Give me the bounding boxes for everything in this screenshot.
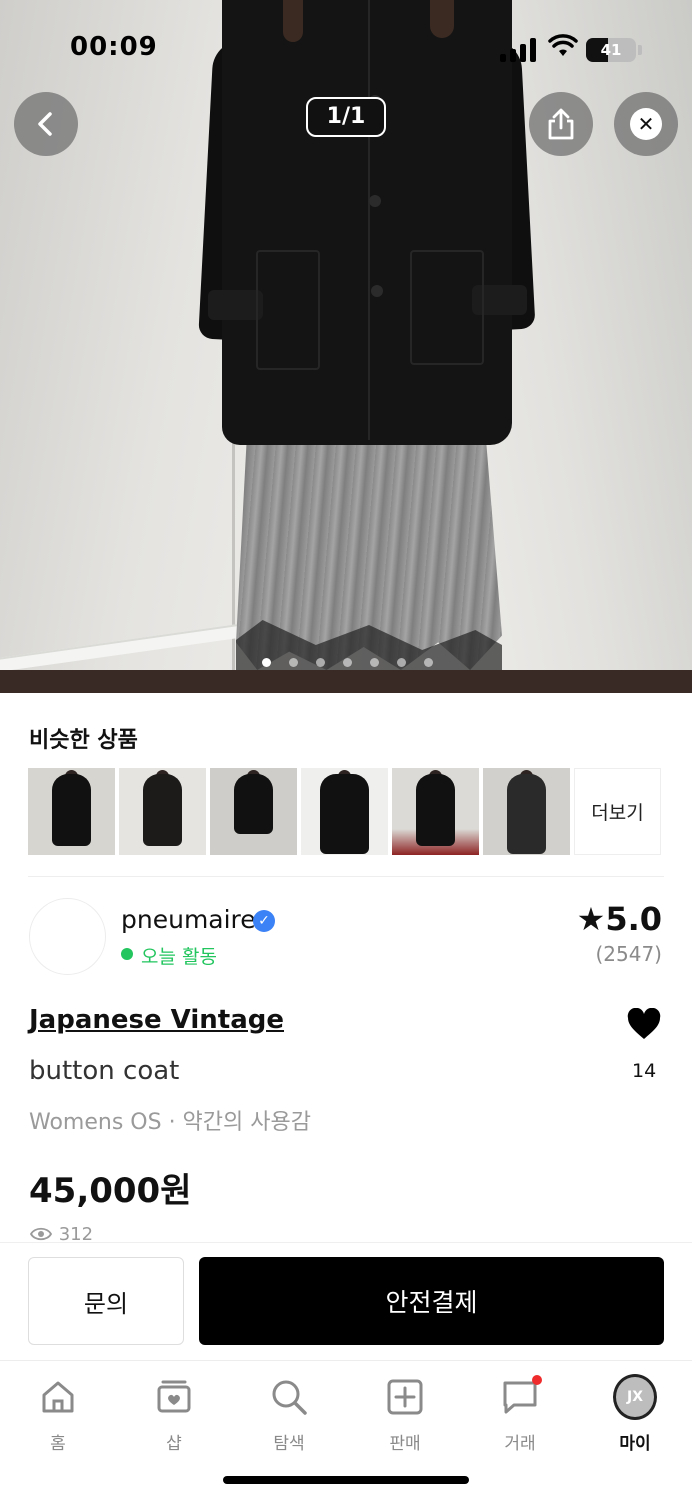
search-icon — [267, 1375, 311, 1419]
profile-avatar-initials: JX — [613, 1374, 657, 1420]
tab-home[interactable]: 홈 — [13, 1375, 103, 1454]
pagination-dot — [370, 658, 379, 667]
profile-avatar: JX — [613, 1374, 657, 1420]
pagination-dot — [343, 658, 352, 667]
see-more-button[interactable]: 더보기 — [574, 768, 661, 855]
view-count: 312 — [29, 1224, 93, 1242]
chat-icon — [498, 1375, 542, 1419]
photo-coat-placket — [368, 0, 370, 440]
pagination-dot — [316, 658, 325, 667]
image-counter: 1/1 — [306, 97, 386, 137]
tab-shop[interactable]: 샵 — [129, 1375, 219, 1454]
tab-my[interactable]: JX 마이 — [590, 1374, 680, 1454]
share-icon — [548, 108, 574, 140]
battery-level: 41 — [600, 41, 622, 59]
purchase-action-bar: 문의 안전결제 — [0, 1242, 692, 1360]
photo-floor — [0, 670, 692, 693]
home-icon — [36, 1375, 80, 1419]
similar-product-thumb[interactable] — [301, 768, 388, 855]
tab-trade-label: 거래 — [504, 1434, 536, 1454]
cellular-signal-icon — [500, 36, 542, 62]
seller-avatar[interactable] — [29, 898, 106, 975]
product-price: 45,000원 — [29, 1171, 192, 1211]
product-name: button coat — [29, 1056, 180, 1086]
tab-explore[interactable]: 탐색 — [244, 1375, 334, 1454]
like-count: 14 — [632, 1060, 657, 1082]
verified-badge-icon: ✓ — [253, 910, 275, 932]
safe-payment-button[interactable]: 안전결제 — [199, 1257, 664, 1345]
pagination-dot — [397, 658, 406, 667]
back-button[interactable] — [14, 92, 78, 156]
home-indicator[interactable] — [223, 1476, 469, 1484]
similar-product-thumb[interactable] — [483, 768, 570, 855]
inquiry-button[interactable]: 문의 — [28, 1257, 184, 1345]
pagination-dot — [262, 658, 271, 667]
photo-coat-button — [369, 195, 381, 207]
wifi-icon — [548, 34, 578, 64]
like-button[interactable] — [626, 1007, 662, 1046]
share-button[interactable] — [529, 92, 593, 156]
seller-review-count: (2547) — [595, 942, 662, 966]
close-button[interactable]: ✕ — [614, 92, 678, 156]
seller-rating[interactable]: ★5.0 — [577, 900, 662, 938]
tab-sell-label: 판매 — [389, 1434, 421, 1454]
section-divider — [28, 876, 664, 877]
tab-trade[interactable]: 거래 — [475, 1375, 565, 1454]
photo-coat — [222, 0, 512, 445]
photo-hair-right — [430, 0, 454, 38]
similar-product-thumb[interactable] — [119, 768, 206, 855]
similar-product-thumb[interactable] — [392, 768, 479, 855]
product-brand-link[interactable]: Japanese Vintage — [29, 1005, 284, 1035]
battery-icon: 41 — [586, 38, 636, 62]
heart-icon — [627, 1007, 661, 1039]
plus-square-icon — [383, 1375, 427, 1419]
photo-coat-pocket-right — [410, 250, 484, 365]
photo-hair-left — [283, 0, 303, 42]
seller-name[interactable]: pneumaire — [121, 905, 256, 934]
notification-dot — [532, 1375, 542, 1385]
similar-products-title: 비슷한 상품 — [29, 728, 138, 753]
tab-shop-label: 샵 — [166, 1434, 182, 1454]
similar-product-thumb[interactable] — [28, 768, 115, 855]
battery-cap — [638, 45, 642, 55]
similar-product-thumb[interactable] — [210, 768, 297, 855]
photo-coat-cuff-left — [208, 290, 263, 320]
tab-my-label: 마이 — [619, 1434, 651, 1454]
chevron-left-icon — [38, 112, 52, 136]
close-icon: ✕ — [630, 108, 662, 140]
eye-icon — [29, 1227, 53, 1241]
pagination-dot — [289, 658, 298, 667]
activity-status-dot — [121, 948, 133, 960]
similar-products-list: 더보기 — [28, 768, 661, 855]
pagination-dot — [424, 658, 433, 667]
photo-coat-button — [371, 285, 383, 297]
tab-explore-label: 탐색 — [273, 1434, 305, 1454]
photo-coat-pocket-left — [256, 250, 320, 370]
shop-icon — [152, 1375, 196, 1419]
tab-home-label: 홈 — [50, 1434, 66, 1454]
gallery-pagination — [262, 658, 433, 667]
status-time: 00:09 — [70, 32, 158, 62]
seller-activity-status: 오늘 활동 — [141, 946, 217, 968]
view-count-value: 312 — [58, 1224, 94, 1242]
product-size-condition: Womens OS · 약간의 사용감 — [29, 1110, 311, 1135]
tab-sell[interactable]: 판매 — [360, 1375, 450, 1454]
